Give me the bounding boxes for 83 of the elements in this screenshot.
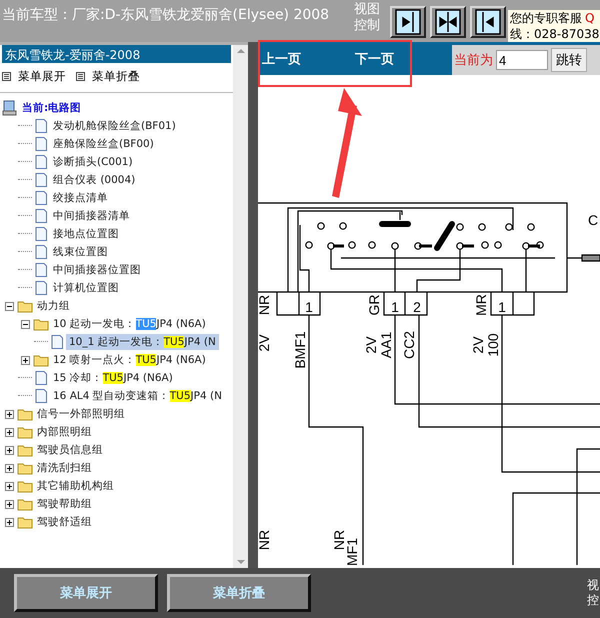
- expand-icon[interactable]: [4, 428, 14, 436]
- diagram-label: 2V: [258, 334, 272, 352]
- view-layout-button[interactable]: [430, 6, 466, 38]
- vehicle-label: 当前车型：厂家:D-东风雪铁龙爱丽舍(Elysee) 2008: [1, 6, 330, 24]
- tree-item[interactable]: 动力组: [34, 298, 73, 314]
- document-icon: [33, 388, 49, 404]
- diagram-label: MR: [473, 294, 489, 316]
- document-icon: [33, 190, 49, 206]
- tree-item[interactable]: 中间插接器位置图: [50, 262, 144, 278]
- pin-number: 1: [498, 299, 506, 315]
- view-control-label: 视图 控制: [354, 1, 381, 34]
- tree-item[interactable]: 信号一外部照明组: [34, 406, 128, 422]
- expand-icon[interactable]: [4, 410, 14, 418]
- tree-item[interactable]: 当前:电路图: [19, 100, 84, 116]
- expand-icon[interactable]: [4, 482, 14, 490]
- split-arrows-icon: [395, 9, 421, 35]
- tree-item[interactable]: 线束位置图: [50, 244, 111, 260]
- tree-item[interactable]: 座舱保险丝盒(BF00): [50, 136, 157, 152]
- diagram-label: NR: [258, 294, 272, 316]
- tree-item[interactable]: 组合仪表 (0004): [50, 172, 138, 188]
- collapse-icon[interactable]: [4, 302, 14, 310]
- document-icon: [33, 136, 49, 152]
- document-icon: [33, 118, 49, 134]
- scrollbar[interactable]: [233, 45, 248, 568]
- document-icon: [33, 172, 49, 188]
- split-arrows-icon: [475, 9, 501, 35]
- split-arrows-icon: [435, 9, 461, 35]
- pin-number: 1: [305, 299, 313, 315]
- menu-action-link[interactable]: 菜单展开: [18, 69, 66, 84]
- diagram-label: AA1: [378, 332, 394, 358]
- collapse-icon[interactable]: [20, 320, 30, 328]
- expand-icon[interactable]: [4, 464, 14, 472]
- contact-link[interactable]: Q: [585, 11, 594, 25]
- diagram-label: C: [588, 212, 598, 228]
- tree-item[interactable]: 诊断插头(C001): [50, 154, 136, 170]
- tree-item[interactable]: 驾驶舒适组: [34, 514, 95, 530]
- expand-icon[interactable]: [20, 356, 30, 364]
- expand-icon[interactable]: [4, 446, 14, 454]
- tree-item[interactable]: 驾驶帮助组: [34, 496, 95, 512]
- list-icon: [76, 72, 85, 81]
- document-icon: [33, 154, 49, 170]
- tree-item[interactable]: 发动机舱保险丝盒(BF01): [50, 118, 179, 134]
- diagram-label: MF1: [344, 538, 360, 565]
- document-icon: [33, 208, 49, 224]
- view-control-label: 视 控: [587, 578, 599, 608]
- diagram-label: BMF1: [292, 331, 308, 369]
- document-icon: [49, 334, 65, 350]
- diagram-label: GR: [366, 294, 382, 316]
- tree-item[interactable]: 计算机位置图: [50, 280, 122, 296]
- document-icon: [33, 370, 49, 386]
- diagram-label: 2V: [470, 336, 486, 354]
- diagram-label: CC2: [401, 331, 417, 359]
- tree-item[interactable]: 其它辅助机构组: [34, 478, 117, 494]
- contact-phone: 线：028-87038: [510, 26, 600, 42]
- view-layout-button[interactable]: [470, 6, 506, 38]
- page-number-field[interactable]: 4: [496, 50, 548, 70]
- tree-item[interactable]: 内部照明组: [34, 424, 95, 440]
- diagram-label: 100: [485, 333, 501, 357]
- document-icon: [33, 244, 49, 260]
- diagram-label: 2V: [363, 336, 379, 354]
- document-icon: [33, 280, 49, 296]
- tree-item[interactable]: 10 起动一发电：TU5JP4 (N6A): [50, 316, 209, 332]
- tree-title: 东风雪铁龙-爱丽舍-2008: [2, 45, 231, 63]
- diagram-label: NR: [331, 530, 347, 550]
- tree-item[interactable]: 中间插接器清单: [50, 208, 133, 224]
- previous-page-link[interactable]: 上一页: [262, 50, 301, 68]
- contact-title: 您的专职客服: [510, 11, 582, 25]
- jump-button[interactable]: 跳转: [551, 48, 587, 72]
- document-icon: [33, 226, 49, 242]
- diagram-label: NR: [258, 530, 272, 550]
- tree-item[interactable]: 绞接点清单: [50, 190, 111, 206]
- expand-icon[interactable]: [4, 518, 14, 526]
- expand-icon[interactable]: [4, 500, 14, 508]
- document-icon: [33, 262, 49, 278]
- tree-item[interactable]: 驾驶员信息组: [34, 442, 106, 458]
- pin-number: 2: [413, 299, 421, 315]
- current-page-label: 当前为: [454, 52, 493, 69]
- menu-action-link[interactable]: 菜单折叠: [92, 69, 140, 84]
- next-page-link[interactable]: 下一页: [355, 50, 394, 68]
- pin-number: 1: [391, 299, 399, 315]
- tree-item[interactable]: 清洗刮扫组: [34, 460, 95, 476]
- view-layout-button[interactable]: [390, 6, 426, 38]
- tree-item[interactable]: 接地点位置图: [50, 226, 122, 242]
